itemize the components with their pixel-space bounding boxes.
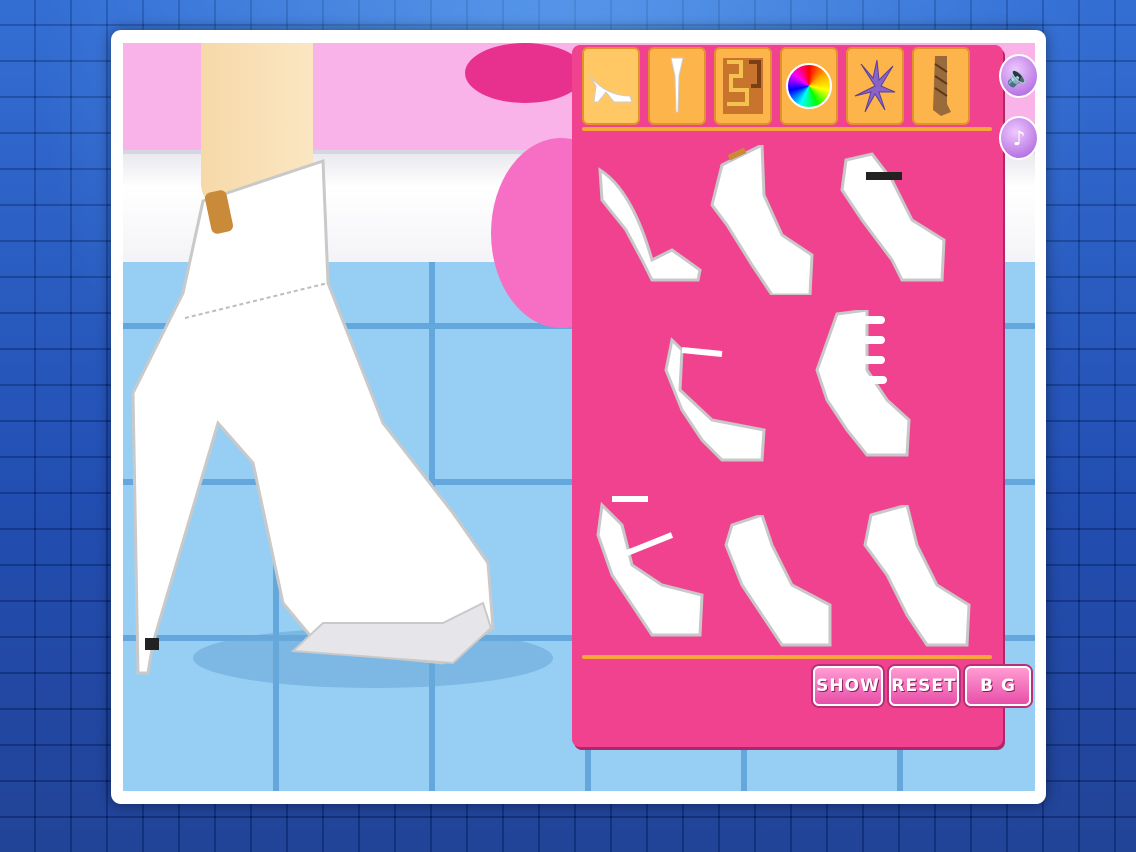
music-note-icon: ♪ (1012, 126, 1026, 150)
tab-accessories[interactable] (846, 47, 904, 125)
reset-button[interactable]: RESET (889, 666, 959, 706)
show-button[interactable]: SHOW (813, 666, 883, 706)
shoe-option-platform-bootie[interactable] (722, 515, 842, 665)
speaker-icon: 🔈 (1006, 64, 1032, 88)
shoe-options-grid (572, 145, 1003, 665)
category-toolbar (580, 47, 988, 127)
selected-boot-preview (131, 158, 553, 688)
tab-stockings[interactable] (912, 47, 970, 125)
shoe-option-ankle-strap-sandal[interactable] (652, 330, 772, 480)
tab-shoes[interactable] (582, 47, 640, 125)
shoe-option-cross-strap-platform[interactable] (592, 495, 712, 645)
tab-colors[interactable] (780, 47, 838, 125)
shoe-option-buckle-boot[interactable] (797, 310, 917, 460)
sound-toggle-button[interactable]: 🔈 (999, 54, 1039, 98)
tab-patterns[interactable] (714, 47, 772, 125)
customization-panel (572, 45, 1003, 747)
shoe-option-peep-platform[interactable] (857, 505, 977, 655)
flower-accessory-icon (854, 59, 896, 113)
shoe-option-ankle-boot-buckle[interactable] (702, 145, 822, 295)
music-toggle-button[interactable]: ♪ (999, 116, 1039, 160)
stocking-icon (933, 56, 951, 116)
pattern-icon (723, 58, 763, 114)
bottom-divider (582, 655, 992, 659)
shoe-option-strap-bootie[interactable] (832, 150, 952, 300)
high-heel-shoe-icon (589, 75, 633, 103)
color-wheel-icon (786, 63, 832, 109)
toolbar-divider (582, 127, 992, 131)
shoe-option-pump[interactable] (592, 150, 712, 300)
stiletto-heel-icon (670, 57, 684, 113)
tab-heels[interactable] (648, 47, 706, 125)
bg-button[interactable]: B G (965, 666, 1031, 706)
